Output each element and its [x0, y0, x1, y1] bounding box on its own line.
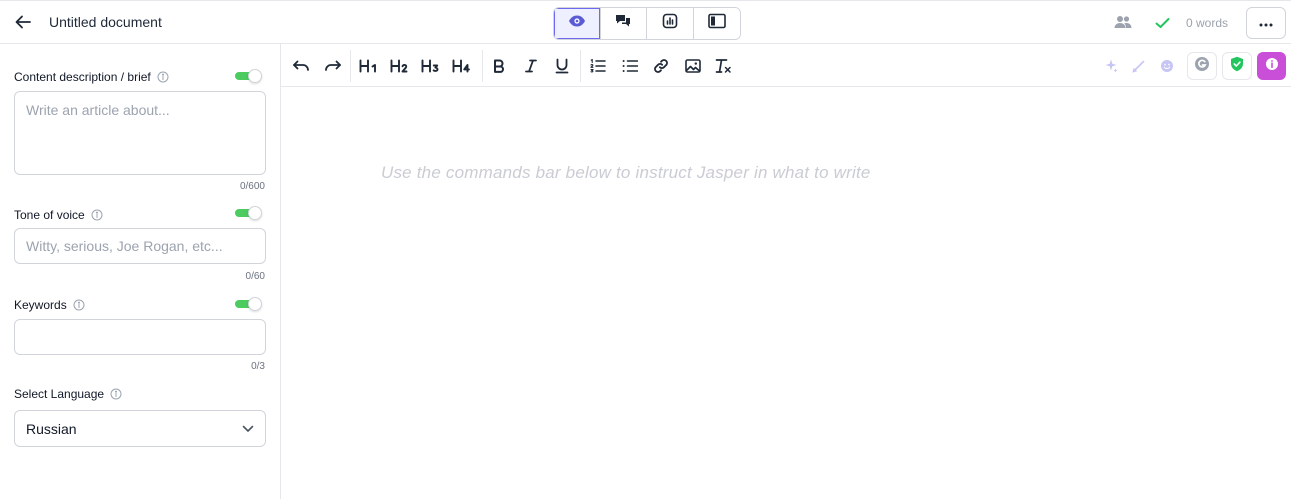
- more-dots-icon: [1259, 14, 1273, 32]
- eye-icon: [568, 14, 586, 33]
- tone-label: Tone of voice: [14, 208, 103, 222]
- editor-toolbar: [281, 44, 1291, 87]
- heading-4-icon[interactable]: [450, 54, 474, 78]
- grammarly-icon: [1194, 56, 1210, 77]
- keywords-counter: 0/3: [251, 361, 265, 372]
- info-icon[interactable]: [157, 71, 169, 83]
- link-icon[interactable]: [649, 54, 673, 78]
- view-mode-switcher: [553, 7, 741, 40]
- toggle-knob: [248, 69, 262, 83]
- keywords-label: Keywords: [14, 298, 85, 312]
- pencil-icon[interactable]: [1127, 54, 1151, 78]
- underline-icon[interactable]: [550, 54, 574, 78]
- toolbar-divider: [580, 50, 581, 82]
- redo-icon[interactable]: [321, 54, 345, 78]
- tone-input[interactable]: [14, 228, 266, 264]
- chat-mode-button[interactable]: [600, 8, 647, 39]
- back-arrow-icon[interactable]: [12, 11, 34, 33]
- sidebar-layout-button[interactable]: [693, 8, 740, 39]
- saved-check-icon: [1155, 16, 1170, 34]
- info-circle-icon: [1265, 57, 1279, 76]
- undo-icon[interactable]: [289, 54, 313, 78]
- sidebar-panel-icon: [707, 13, 726, 34]
- smiley-icon[interactable]: [1155, 54, 1179, 78]
- keywords-toggle[interactable]: [235, 297, 263, 311]
- toggle-knob: [248, 297, 262, 311]
- settings-sidebar: Content description / brief 0/600 Tone o…: [0, 44, 281, 499]
- word-count: 0 words: [1186, 16, 1229, 30]
- info-icon[interactable]: [73, 299, 85, 311]
- heading-1-icon[interactable]: [357, 54, 381, 78]
- toggle-knob: [248, 206, 262, 220]
- language-label: Select Language: [14, 387, 122, 401]
- document-title[interactable]: Untitled document: [49, 14, 162, 30]
- info-panel-button[interactable]: [1257, 52, 1286, 80]
- top-bar: Untitled document 0 words: [0, 0, 1291, 44]
- editor-placeholder: Use the commands bar below to instruct J…: [381, 163, 871, 182]
- language-select-value: Russian: [26, 420, 77, 437]
- brief-counter: 0/600: [239, 181, 265, 192]
- brief-label: Content description / brief: [14, 70, 169, 84]
- document-editor[interactable]: Use the commands bar below to instruct J…: [281, 87, 1291, 499]
- italic-icon[interactable]: [519, 54, 543, 78]
- chat-bubbles-icon: [615, 13, 631, 34]
- chart-box-icon: [662, 13, 678, 34]
- shield-check-icon: [1230, 56, 1244, 77]
- analytics-mode-button[interactable]: [647, 8, 694, 39]
- heading-2-icon[interactable]: [388, 54, 412, 78]
- image-icon[interactable]: [681, 54, 705, 78]
- tone-toggle[interactable]: [235, 206, 263, 220]
- numbered-list-icon[interactable]: [586, 54, 610, 78]
- more-options-button[interactable]: [1246, 7, 1286, 39]
- brief-textarea[interactable]: [14, 91, 266, 175]
- toolbar-divider: [482, 50, 483, 82]
- tone-counter: 0/60: [245, 271, 265, 282]
- brief-toggle[interactable]: [235, 69, 263, 83]
- clear-formatting-icon[interactable]: [712, 54, 736, 78]
- bullet-list-icon[interactable]: [618, 54, 642, 78]
- bold-icon[interactable]: [487, 54, 511, 78]
- toolbar-divider: [350, 50, 351, 82]
- users-icon[interactable]: [1114, 15, 1132, 34]
- heading-3-icon[interactable]: [419, 54, 443, 78]
- preview-mode-button[interactable]: [554, 8, 601, 39]
- plagiarism-check-button[interactable]: [1222, 52, 1252, 80]
- language-select[interactable]: Russian: [14, 410, 266, 447]
- info-icon[interactable]: [110, 388, 122, 400]
- keywords-input[interactable]: [14, 319, 266, 355]
- chevron-down-icon: [242, 420, 254, 438]
- sparkle-icon[interactable]: [1099, 54, 1123, 78]
- info-icon[interactable]: [91, 209, 103, 221]
- grammarly-button[interactable]: [1187, 52, 1217, 80]
